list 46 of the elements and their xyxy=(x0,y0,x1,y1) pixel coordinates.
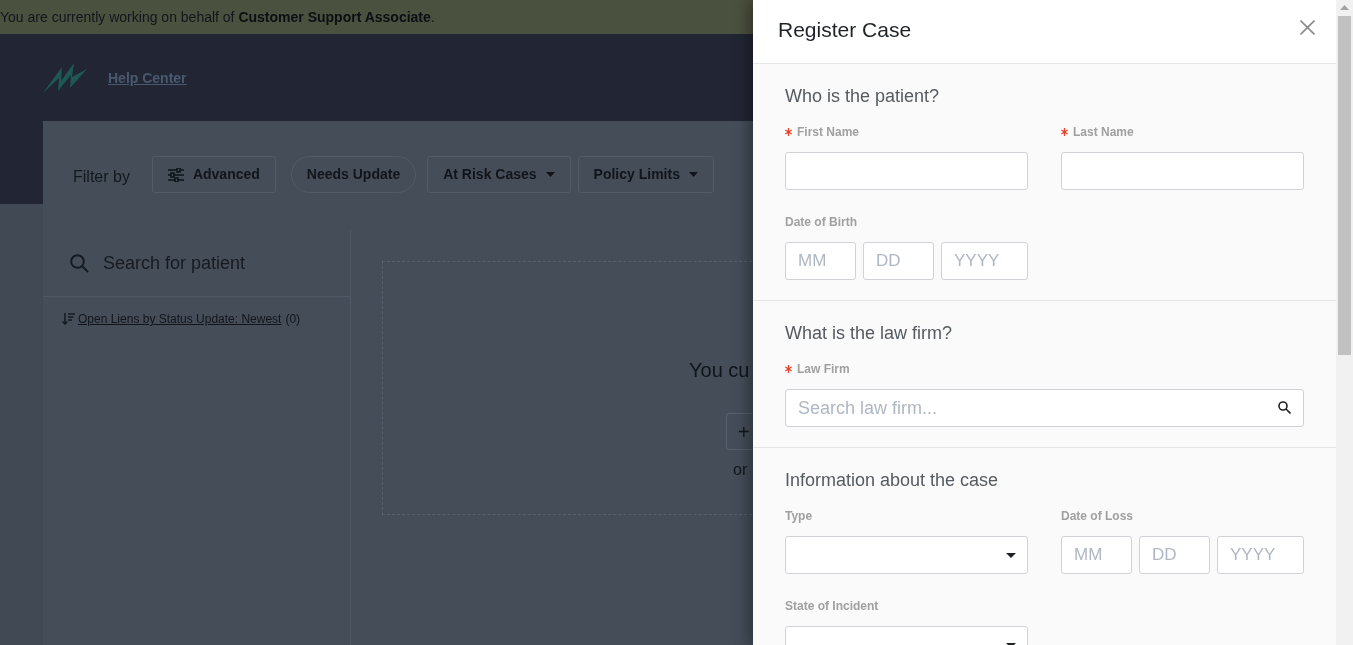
sort-icon xyxy=(62,313,75,325)
caret-icon xyxy=(545,172,555,177)
dropdown-field[interactable] xyxy=(785,536,1028,574)
filter-dropdown-button[interactable]: Policy Limits xyxy=(577,156,714,193)
banner-text: You are currently working on behalf of Customer Support Associate. xyxy=(0,7,435,27)
day-field[interactable]: DD xyxy=(863,242,934,280)
result-count: (0) xyxy=(285,311,301,328)
field-label: Date of Loss xyxy=(1061,508,1133,525)
help-center-link[interactable]: Help Center xyxy=(108,68,187,89)
field-label: Type xyxy=(785,508,813,525)
filter-label: Filter by xyxy=(73,167,130,187)
section-heading: Who is the patient? xyxy=(785,85,941,108)
scroll-up-arrow-icon xyxy=(1340,5,1349,10)
field-label: Last Name xyxy=(1073,124,1134,141)
month-field[interactable]: MM xyxy=(785,242,856,280)
zigzag-logo-icon xyxy=(43,62,87,93)
field-label: Date of Birth xyxy=(785,214,857,231)
section-heading: Information about the case xyxy=(785,469,1000,492)
close-button[interactable] xyxy=(1300,19,1315,35)
drawer-title: Register Case xyxy=(778,17,912,44)
year-field[interactable]: YYYY xyxy=(941,242,1028,280)
text-field[interactable] xyxy=(785,152,1028,190)
section-heading: What is the law firm? xyxy=(785,322,954,345)
empty-state-message: You cu xyxy=(689,358,750,382)
add-button[interactable]: + xyxy=(726,413,752,450)
field-label: State of Incident xyxy=(785,598,879,615)
close-icon xyxy=(1300,19,1315,35)
field-label: Law Firm xyxy=(797,361,850,378)
scrollbar-thumb[interactable] xyxy=(1338,16,1351,355)
search-icon xyxy=(70,253,89,273)
month-field[interactable]: MM xyxy=(1061,536,1132,574)
text-field[interactable] xyxy=(1061,152,1304,190)
scrollbar[interactable] xyxy=(1336,0,1353,645)
year-field[interactable]: YYYY xyxy=(1217,536,1304,574)
search-icon xyxy=(1278,401,1291,414)
field-label: First Name xyxy=(797,124,860,141)
caret-icon xyxy=(688,172,698,177)
day-field[interactable]: DD xyxy=(1139,536,1210,574)
advanced-filter-button[interactable]: Advanced xyxy=(151,156,276,193)
sliders-icon xyxy=(167,167,184,182)
caret-icon xyxy=(1006,552,1016,558)
filter-pill-button[interactable]: Needs Update xyxy=(290,156,417,193)
empty-state-note: or xyxy=(733,460,748,480)
search-field[interactable]: Search law firm... xyxy=(785,389,1304,427)
filter-dropdown-button[interactable]: At Risk Cases xyxy=(427,156,571,193)
sort-link[interactable]: Open Liens by Status Update: Newest xyxy=(78,310,282,328)
